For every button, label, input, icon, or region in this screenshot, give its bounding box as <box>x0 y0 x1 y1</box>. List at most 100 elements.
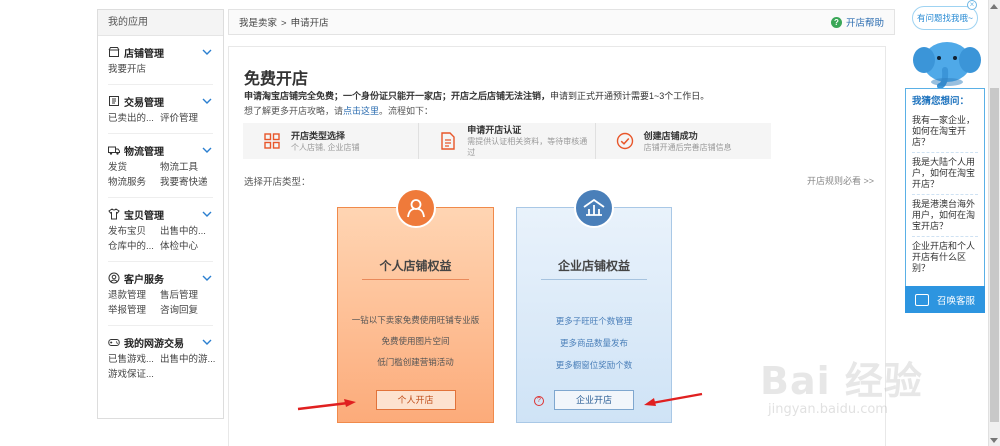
call-service-button[interactable]: 召唤客服 <box>905 286 985 313</box>
feature-item: 更多橱窗位奖励个数 <box>555 360 633 370</box>
open-personal-shop-button[interactable]: 个人开店 <box>375 390 456 410</box>
step-title: 开店类型选择 <box>291 130 346 141</box>
personal-shop-card: 个人店铺权益 一钻以下卖家免费使用旺铺专业版 免费使用图片空间 低门槛创建营销活… <box>337 188 494 423</box>
sidebar-section-logistics: 物流管理 发货 物流工具 物流服务 我要寄快递 <box>108 134 213 198</box>
sidebar-link-games-guarantee[interactable]: 游戏保证... <box>108 367 160 382</box>
chat-icon <box>915 293 929 306</box>
sidebar-section-games: 我的网游交易 已售游戏... 出售中的游... 游戏保证... <box>108 326 215 389</box>
sidebar-link-publish[interactable]: 发布宝贝 <box>108 224 160 239</box>
sidebar-section-label: 宝贝管理 <box>124 210 164 222</box>
document-icon <box>439 132 457 150</box>
sidebar-link-open-shop[interactable]: 我要开店 <box>108 62 160 77</box>
breadcrumb-root[interactable]: 我是卖家 <box>239 18 277 29</box>
red-arrow-icon <box>644 392 703 406</box>
store-icon <box>108 46 120 58</box>
description-bold: 申请淘宝店铺完全免费；一个身份证只能开一家店；开店之后店铺无法注销， <box>244 91 551 101</box>
guide-suffix: 。流程如下： <box>379 106 434 116</box>
step-success: 创建店铺成功 店铺开通后完善店铺信息 <box>594 123 771 159</box>
sidebar-link-sold[interactable]: 已卖出的... <box>108 111 160 126</box>
scroll-up-arrow-icon[interactable] <box>988 0 1000 12</box>
watermark: Bai 经验 jingyan.baidu.com <box>760 350 960 430</box>
breadcrumb-bar: 我是卖家 > 申请开店 ? 开店帮助 <box>228 9 895 35</box>
chevron-down-icon[interactable] <box>201 336 213 348</box>
faq-item[interactable]: 我有一家企业，如何在淘宝开店？ <box>912 111 978 153</box>
sidebar-link-games-selling[interactable]: 出售中的游... <box>160 352 215 367</box>
close-icon[interactable]: × <box>967 0 977 10</box>
scrollbar-thumb[interactable] <box>990 88 999 422</box>
grid-icon <box>263 132 281 150</box>
call-service-label: 召唤客服 <box>937 295 976 307</box>
company-shop-card: 企业店铺权益 更多子旺旺个数管理 更多商品数量发布 更多橱窗位奖励个数 ? 企业… <box>516 188 672 423</box>
step-certification: 申请开店认证需提供认证相关资料，等待审核通过 <box>418 123 594 159</box>
help-link[interactable]: ? 开店帮助 <box>830 15 884 29</box>
sidebar-section-trade: 交易管理 已卖出的... 评价管理 <box>108 85 213 134</box>
sidebar-link-after-sales[interactable]: 售后管理 <box>160 288 212 303</box>
step-title: 申请开店认证 <box>467 125 522 135</box>
guide-line: 想了解更多开店攻略，请点击这里。流程如下： <box>244 104 433 117</box>
truck-icon <box>108 144 120 156</box>
help-question-icon[interactable]: ? <box>534 396 544 406</box>
sidebar-link-reviews[interactable]: 评价管理 <box>160 111 212 126</box>
elephant-mascot-icon <box>913 42 981 88</box>
description: 申请淘宝店铺完全免费；一个身份证只能开一家店；开店之后店铺无法注销，申请到正式开… <box>244 89 709 102</box>
user-circle-icon <box>108 272 120 284</box>
assistant-heading: 我猜您想问： <box>912 96 970 107</box>
check-circle-icon <box>616 132 634 150</box>
sidebar-link-logistics-tools[interactable]: 物流工具 <box>160 160 212 175</box>
divider <box>541 279 647 280</box>
step-desc: 个人店铺, 企业店铺 <box>291 142 360 152</box>
sidebar-link-refunds[interactable]: 退款管理 <box>108 288 160 303</box>
chevron-down-icon[interactable] <box>201 272 213 284</box>
chevron-down-icon[interactable] <box>201 208 213 220</box>
sidebar-link-inquiries[interactable]: 咨询回复 <box>160 303 212 318</box>
gamepad-icon <box>108 336 120 348</box>
step-choose-type: 开店类型选择 个人店铺, 企业店铺 <box>243 123 418 159</box>
personal-features: 一钻以下卖家免费使用旺铺专业版 免费使用图片空间 低门槛创建营销活动 <box>338 310 493 373</box>
personal-card-title: 个人店铺权益 <box>379 259 452 273</box>
sidebar-section-shop: 店铺管理 我要开店 <box>108 36 213 85</box>
sidebar-link-health-check[interactable]: 体检中心 <box>160 239 212 254</box>
open-company-shop-button[interactable]: 企业开店 <box>554 390 634 410</box>
guide-prefix: 想了解更多开店攻略，请 <box>244 106 344 116</box>
step-title: 创建店铺成功 <box>643 130 698 141</box>
step-desc: 需提供认证相关资料，等待审核通过 <box>467 137 588 157</box>
feature-item: 一钻以下卖家免费使用旺铺专业版 <box>351 315 480 325</box>
sidebar-section-items: 宝贝管理 发布宝贝 出售中的... 仓库中的... 体检中心 <box>108 198 213 262</box>
faq-item[interactable]: 我是港澳台海外用户，如何在淘宝开店？ <box>912 195 978 237</box>
feature-item: 低门槛创建营销活动 <box>377 357 454 367</box>
scroll-down-arrow-icon[interactable] <box>988 434 1000 446</box>
chevron-down-icon[interactable] <box>201 144 213 156</box>
faq-item[interactable]: 企业开店和个人开店有什么区别？ <box>912 237 978 278</box>
divider <box>362 279 469 280</box>
chevron-down-icon[interactable] <box>201 46 213 58</box>
breadcrumb: 我是卖家 > 申请开店 <box>239 15 329 29</box>
process-steps: 开店类型选择 个人店铺, 企业店铺 申请开店认证 需提供认证相关资料，等待审核通过 … <box>243 123 771 159</box>
watermark-url: jingyan.baidu.com <box>768 402 888 417</box>
page-title: 免费开店 <box>244 71 309 88</box>
assistant-panel: 我猜您想问： 我有一家企业，如何在淘宝开店？ 我是大陆个人用户，如何在淘宝开店？… <box>905 88 985 313</box>
watermark-text: Bai 经验 <box>760 359 923 403</box>
sidebar-section-service: 客户服务 退款管理 售后管理 举报管理 咨询回复 <box>108 262 213 326</box>
sidebar-link-games-sold[interactable]: 已售游戏... <box>108 352 160 367</box>
enterprise-icon <box>574 188 614 228</box>
company-card-title: 企业店铺权益 <box>557 259 630 273</box>
faq-item[interactable]: 我是大陆个人用户，如何在淘宝开店？ <box>912 153 978 195</box>
breadcrumb-separator: > <box>281 18 287 29</box>
feature-item: 更多商品数量发布 <box>559 338 628 348</box>
assistant-bubble[interactable]: 有问题找我哦~ <box>912 6 978 30</box>
breadcrumb-current: 申请开店 <box>290 18 329 29</box>
chevron-down-icon[interactable] <box>201 95 213 107</box>
rules-link[interactable]: 开店规则必看 >> <box>807 174 874 187</box>
sidebar-link-logistics-service[interactable]: 物流服务 <box>108 175 160 190</box>
sidebar-section-label: 我的网游交易 <box>124 338 184 350</box>
guide-link[interactable]: 点击这里 <box>343 106 379 116</box>
sidebar-link-warehouse[interactable]: 仓库中的... <box>108 239 160 254</box>
sidebar-link-send-express[interactable]: 我要寄快递 <box>160 175 212 190</box>
sidebar: 我的应用 店铺管理 我要开店 交易管理 已卖出的... 评价管理 物流管理 发货 <box>97 9 224 419</box>
sidebar-link-on-sale[interactable]: 出售中的... <box>160 224 212 239</box>
sidebar-link-reports[interactable]: 举报管理 <box>108 303 160 318</box>
red-arrow-icon <box>297 399 356 411</box>
sidebar-link-ship[interactable]: 发货 <box>108 160 160 175</box>
description-rest: 申请到正式开通预计需要1~3个工作日。 <box>550 91 710 101</box>
question-icon: ? <box>830 16 842 28</box>
